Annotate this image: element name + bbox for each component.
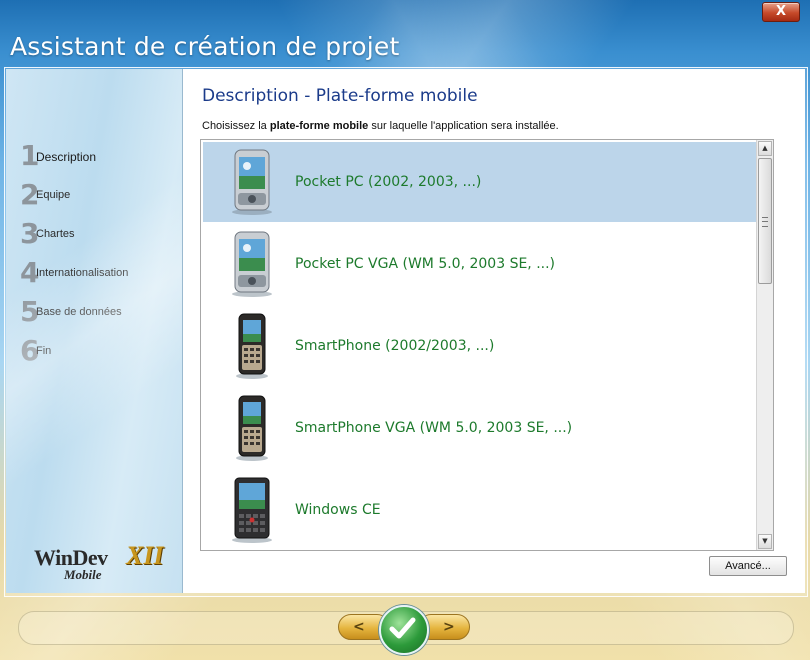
step-label: Internationalisation: [36, 267, 129, 279]
platform-label: Pocket PC (2002, 2003, ...): [295, 174, 482, 190]
scroll-down-button[interactable]: ▼: [758, 534, 772, 549]
smartphone-icon: [236, 313, 268, 379]
window-title: Assistant de création de projet: [10, 32, 400, 61]
step-base-de-donnees: 5 Base de données: [20, 295, 180, 329]
instruction-prefix: Choisissez la: [202, 120, 270, 132]
chevron-left-icon: <: [353, 619, 365, 635]
pocketpc-icon: [232, 231, 272, 297]
platform-item-pocket-pc-vga[interactable]: Pocket PC VGA (WM 5.0, 2003 SE, ...): [203, 224, 769, 304]
step-chartes: 3 Chartes: [20, 217, 180, 251]
windev-mobile-logo: WinDev XII Mobile: [34, 541, 164, 585]
wizard-content: Description - Plate-forme mobile Choisis…: [183, 69, 805, 593]
chevron-right-icon: >: [443, 619, 455, 635]
instruction-bold: plate-forme mobile: [269, 120, 369, 132]
step-internationalisation: 4 Internationalisation: [20, 256, 180, 290]
scroll-thumb[interactable]: [758, 158, 772, 284]
step-number: 3: [20, 217, 40, 250]
list-scrollbar[interactable]: ▲ ▼: [756, 140, 773, 550]
platform-item-pocket-pc[interactable]: Pocket PC (2002, 2003, ...): [203, 142, 769, 222]
step-number: 6: [20, 334, 40, 367]
logo-sub-text: Mobile: [64, 567, 102, 582]
instruction-suffix: sur laquelle l'application sera installé…: [368, 120, 559, 132]
checkmark-icon: [389, 617, 416, 639]
platform-item-smartphone-vga[interactable]: SmartPhone VGA (WM 5.0, 2003 SE, ...): [203, 388, 769, 468]
step-number: 1: [20, 139, 40, 172]
advanced-button[interactable]: Avancé...: [709, 556, 787, 576]
steps-sidebar: 1 Description 2 Equipe 3 Chartes 4 Inter…: [6, 69, 183, 593]
step-label: Equipe: [36, 189, 71, 201]
platform-list[interactable]: Pocket PC (2002, 2003, ...) Pocket PC VG…: [200, 139, 774, 551]
platform-label: SmartPhone VGA (WM 5.0, 2003 SE, ...): [295, 420, 573, 436]
scroll-grip-icon: [762, 217, 768, 227]
pocketpc-icon: [232, 149, 272, 215]
page-heading: Description - Plate-forme mobile: [202, 86, 478, 106]
step-label: Base de données: [36, 306, 122, 318]
platform-label: SmartPhone (2002/2003, ...): [295, 338, 495, 354]
smartphone-icon: [236, 395, 268, 461]
platform-label: Windows CE: [295, 502, 381, 518]
step-label: Description: [36, 150, 97, 164]
finish-button[interactable]: [379, 605, 429, 655]
step-number: 5: [20, 295, 40, 328]
platform-label: Pocket PC VGA (WM 5.0, 2003 SE, ...): [295, 256, 556, 272]
logo-version: XII: [126, 541, 164, 570]
scroll-up-button[interactable]: ▲: [758, 141, 772, 156]
step-number: 2: [20, 178, 40, 211]
instruction-text: Choisissez la plate-forme mobile sur laq…: [202, 120, 559, 132]
step-description: 1 Description: [20, 139, 180, 173]
step-label: Chartes: [36, 228, 75, 240]
close-button[interactable]: X: [762, 2, 800, 22]
platform-item-windows-ce[interactable]: Windows CE: [203, 470, 769, 550]
step-fin: 6 Fin: [20, 334, 180, 368]
windows-ce-device-icon: [232, 477, 272, 543]
step-label: Fin: [36, 345, 52, 357]
platform-item-smartphone[interactable]: SmartPhone (2002/2003, ...): [203, 306, 769, 386]
step-number: 4: [20, 256, 40, 289]
step-equipe: 2 Equipe: [20, 178, 180, 212]
